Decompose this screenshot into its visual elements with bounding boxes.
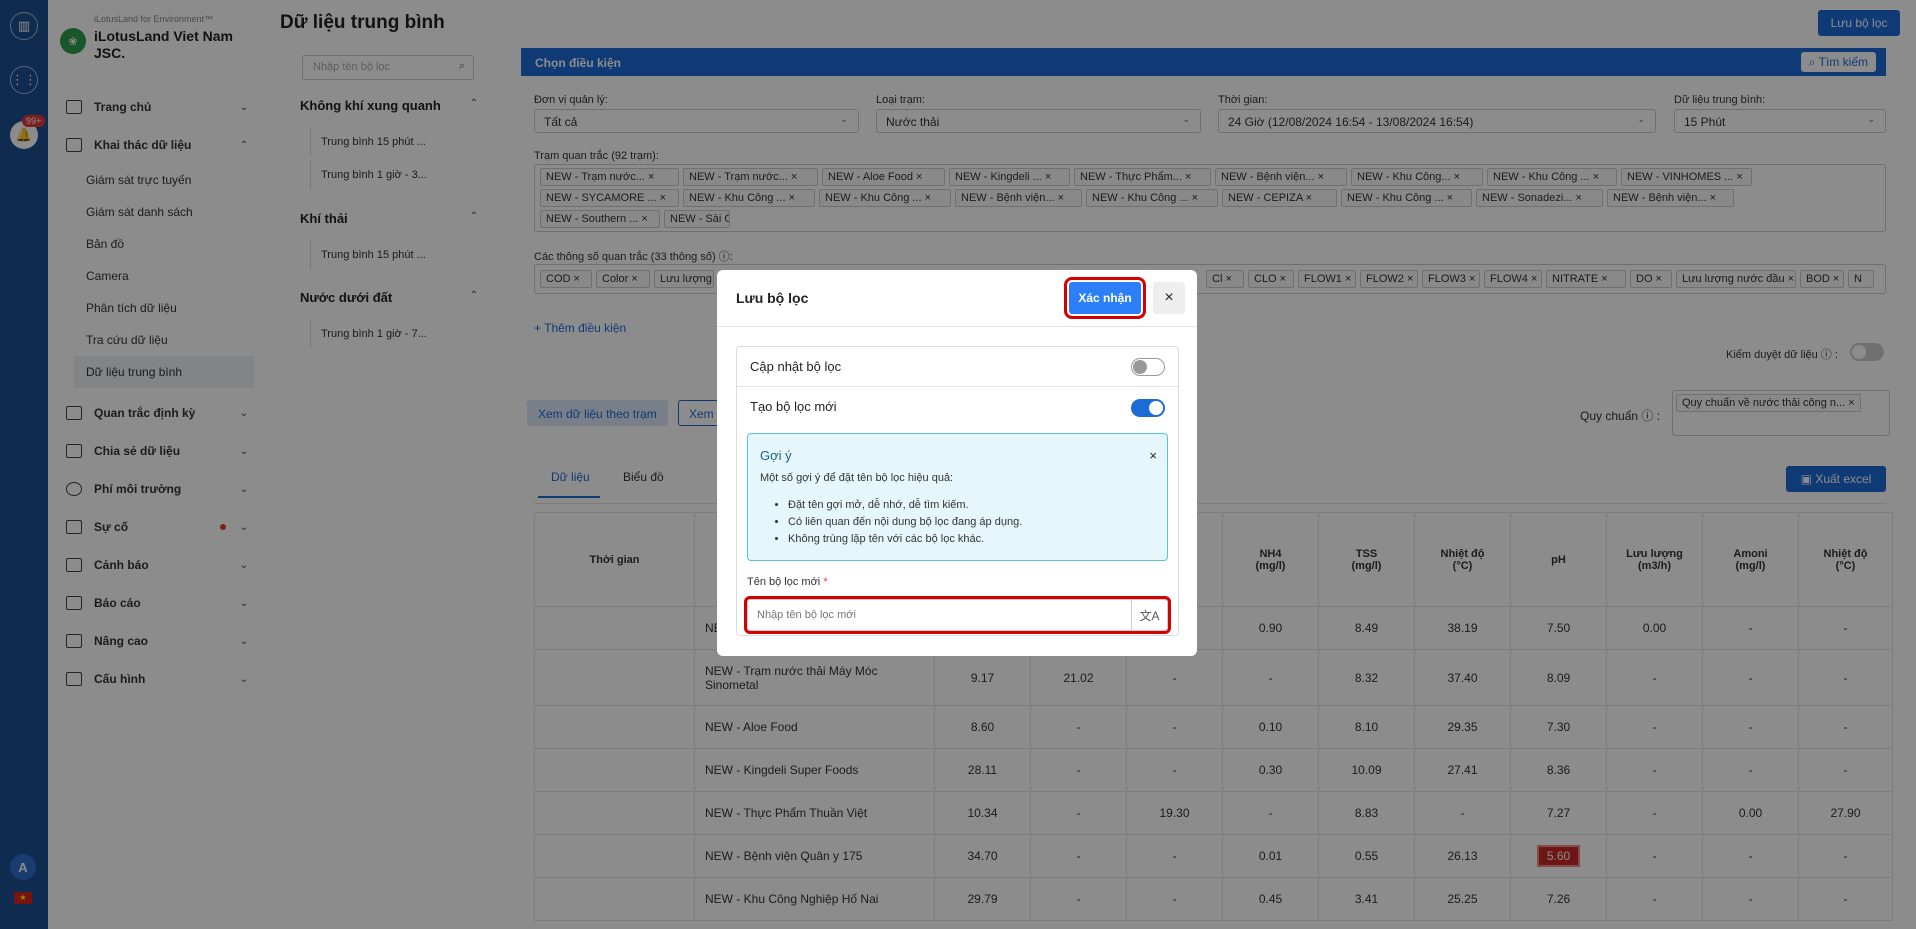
confirm-button[interactable]: Xác nhận bbox=[1064, 277, 1146, 319]
hint-list: Đặt tên gợi mở, dễ nhớ, dễ tìm kiếm. Có … bbox=[788, 497, 1022, 548]
update-filter-row: Cập nhật bộ lọc bbox=[737, 347, 1178, 387]
hint-title: Gợi ý bbox=[760, 448, 792, 463]
update-filter-toggle[interactable] bbox=[1131, 358, 1165, 376]
hint-box: Gợi ý × Một số gợi ý để đặt tên bộ lọc h… bbox=[747, 433, 1168, 561]
create-filter-toggle[interactable] bbox=[1131, 399, 1165, 417]
new-filter-name-text: Tên bộ lọc mới bbox=[747, 576, 821, 588]
hint-close-icon[interactable]: × bbox=[1149, 448, 1157, 463]
create-filter-row: Tạo bộ lọc mới bbox=[737, 387, 1178, 427]
new-filter-name-field: 文A bbox=[744, 596, 1171, 634]
required-mark: * bbox=[823, 576, 828, 588]
close-icon[interactable]: × bbox=[1153, 282, 1185, 314]
hint-item: Không trùng lặp tên với các bộ lọc khác. bbox=[788, 531, 1022, 548]
update-filter-label: Cập nhật bộ lọc bbox=[750, 359, 842, 374]
create-filter-label: Tạo bộ lọc mới bbox=[750, 399, 837, 414]
modal-title: Lưu bộ lọc bbox=[736, 290, 809, 306]
new-filter-name-label: Tên bộ lọc mới * bbox=[747, 576, 828, 588]
modal-divider bbox=[717, 326, 1197, 327]
new-filter-name-input[interactable] bbox=[748, 600, 1133, 630]
modal-form-panel: Cập nhật bộ lọc Tạo bộ lọc mới Gợi ý × M… bbox=[736, 346, 1179, 636]
hint-item: Có liên quan đến nội dung bộ lọc đang áp… bbox=[788, 514, 1022, 531]
hint-description: Một số gợi ý để đặt tên bộ lọc hiệu quả: bbox=[760, 472, 954, 484]
translate-icon[interactable]: 文A bbox=[1131, 600, 1167, 630]
hint-item: Đặt tên gợi mở, dễ nhớ, dễ tìm kiếm. bbox=[788, 497, 1022, 514]
save-filter-modal: Lưu bộ lọc Xác nhận × Cập nhật bộ lọc Tạ… bbox=[717, 270, 1197, 656]
